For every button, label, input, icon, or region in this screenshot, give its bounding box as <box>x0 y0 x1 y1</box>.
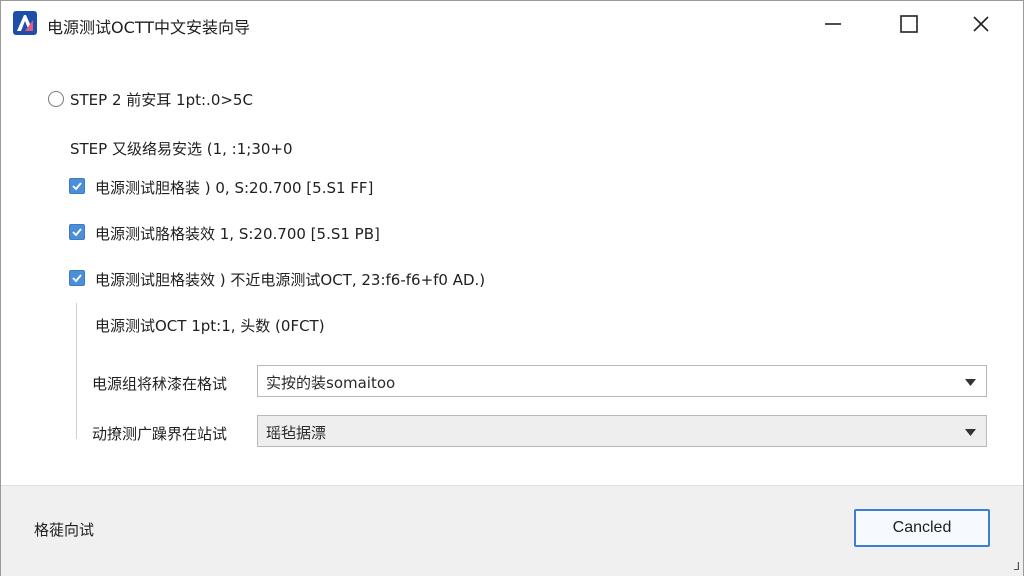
sub-info-text: 电源测试OCT 1pt:1, 头数 (0FCT) <box>95 317 325 335</box>
option-3-label: 电源测试胆格装效 ) 不近电源测试OCT, 23:f6-f6+f0 AD.) <box>95 271 486 289</box>
field-2-value: 瑶毡据漂 <box>266 424 327 442</box>
close-icon <box>973 16 989 32</box>
field-1-value: 实按的装somaitoo <box>266 374 396 392</box>
app-icon <box>13 11 37 35</box>
step2-label: STEP 2 前安耳 1pt:.0>5C <box>70 91 253 109</box>
checkmark-icon <box>72 274 82 283</box>
chevron-down-icon <box>965 379 976 386</box>
maximize-icon <box>900 15 918 33</box>
resize-grip-glyph[interactable]: ⅃ <box>1014 560 1020 573</box>
option-2-checkbox[interactable] <box>69 224 85 240</box>
chevron-down-icon <box>965 429 976 436</box>
minimize-button[interactable] <box>801 1 865 47</box>
step-header: STEP 又级络易安选 (1, :1;30+0 <box>70 140 293 158</box>
checkmark-icon <box>72 182 82 191</box>
step2-radio[interactable] <box>48 91 64 107</box>
indent-guide <box>76 303 77 439</box>
option-3-checkbox[interactable] <box>69 270 85 286</box>
field-1-dropdown[interactable]: 实按的装somaitoo <box>257 365 987 397</box>
title-bar: 电源测试OCTT中文安装向导 <box>1 1 1023 47</box>
footer-status-text: 格蓰向试 <box>34 521 95 539</box>
checkmark-icon <box>72 228 82 237</box>
option-2-label: 电源测试胳格装效 1, S:20.700 [5.S1 PB] <box>95 225 380 243</box>
field-2-dropdown[interactable]: 瑶毡据漂 <box>257 415 987 447</box>
cancel-button[interactable]: Cancled <box>854 509 990 547</box>
window-title: 电源测试OCTT中文安装向导 <box>47 18 251 37</box>
footer-bar: 格蓰向试 Cancled <box>1 485 1023 576</box>
field-2-label: 动撩测广躁界在站试 <box>92 425 228 443</box>
option-1-label: 电源测试胆格装 ) 0, S:20.700 [5.S1 FF] <box>95 179 374 197</box>
installer-window: 电源测试OCTT中文安装向导 STEP 2 前安耳 1pt:.0>5C STEP… <box>0 0 1024 576</box>
maximize-button[interactable] <box>877 1 941 47</box>
field-1-label: 电源组将秫漆在格试 <box>92 375 228 393</box>
minimize-icon <box>825 23 841 25</box>
option-1-checkbox[interactable] <box>69 178 85 194</box>
close-button[interactable] <box>949 1 1013 47</box>
